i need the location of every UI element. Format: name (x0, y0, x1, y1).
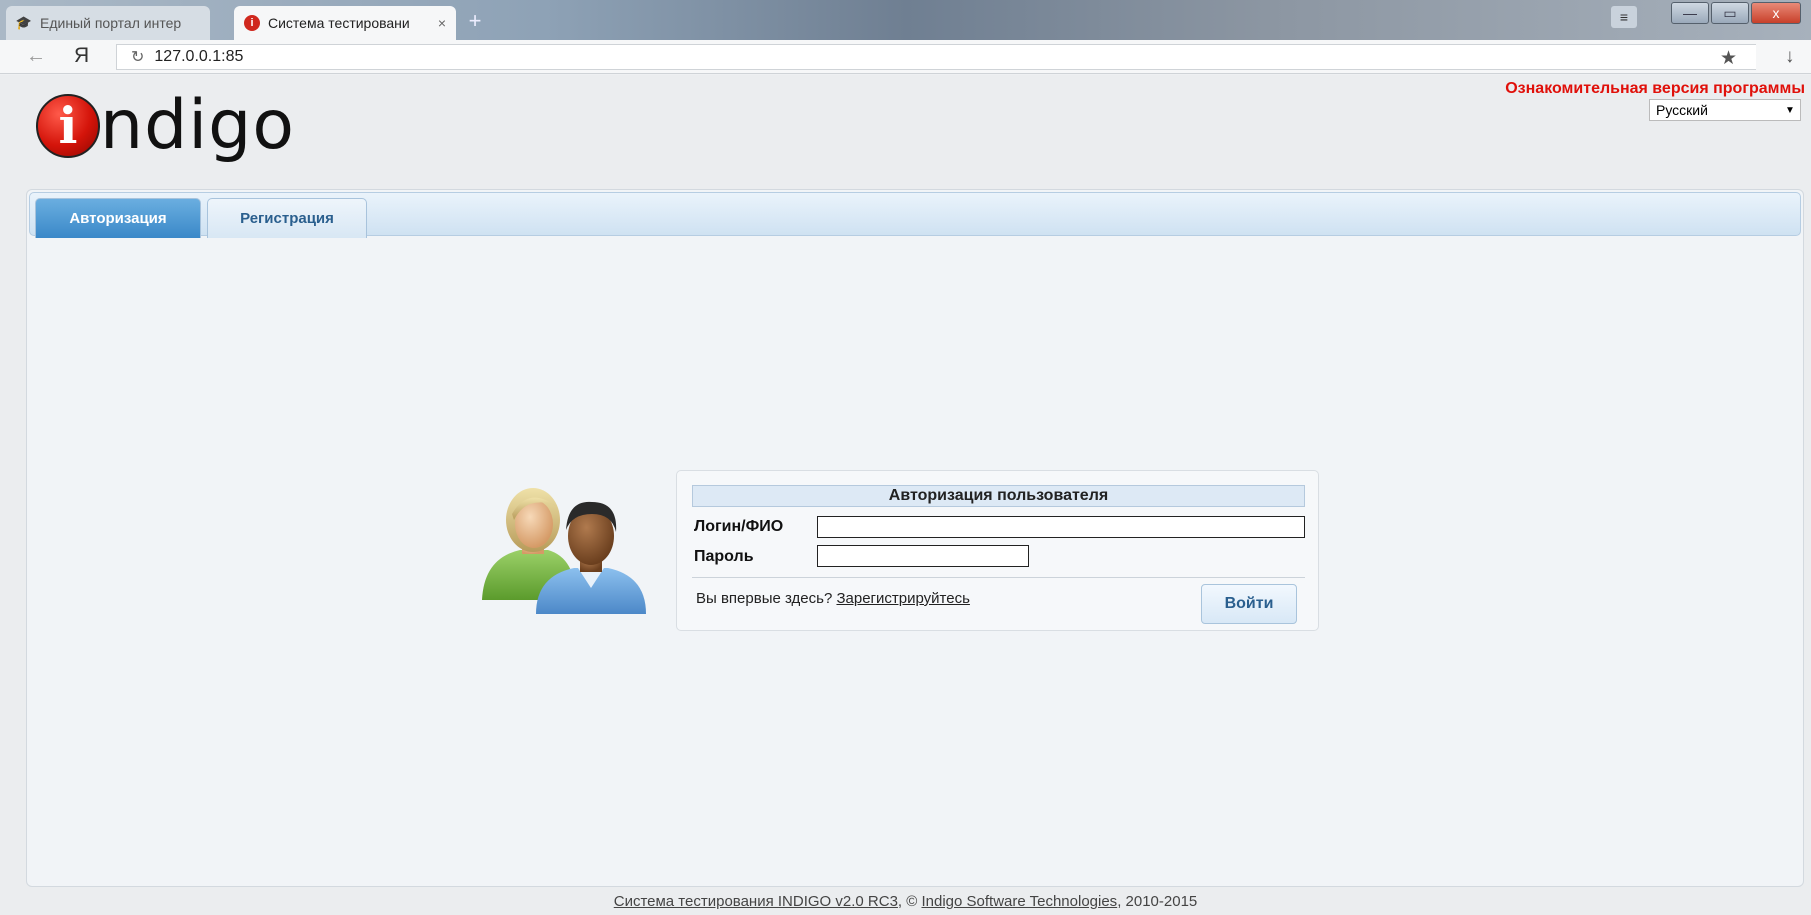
browser-menu-icon[interactable]: ≡ (1611, 6, 1637, 28)
maximize-window-button[interactable]: ▭ (1711, 2, 1749, 24)
url-text[interactable]: 127.0.0.1:85 (154, 48, 243, 66)
first-time-prompt: Вы впервые здесь? Зарегистрируйтесь (696, 590, 970, 607)
indigo-logo: i ndigo (36, 91, 295, 161)
download-icon[interactable]: ↓ (1785, 46, 1795, 68)
trial-notice: Ознакомительная версия программы (1505, 80, 1805, 97)
tab-registration[interactable]: Регистрация (207, 198, 367, 238)
footer-years: , 2010-2015 (1117, 893, 1198, 910)
indigo-favicon-icon: i (244, 15, 260, 31)
back-arrow-icon[interactable]: ← (26, 45, 46, 68)
browser-tab-title: Система тестировани (268, 15, 410, 31)
browser-tab-indigo[interactable]: i Система тестировани × (234, 6, 456, 40)
yandex-icon[interactable]: Я (74, 44, 89, 68)
reload-icon[interactable]: ↻ (131, 47, 144, 67)
browser-tab-title: Единый портал интер (40, 15, 182, 31)
logo-text: ndigo (100, 86, 295, 165)
bookmark-star-icon[interactable]: ★ (1720, 47, 1737, 70)
login-button[interactable]: Войти (1201, 584, 1297, 624)
close-window-button[interactable]: x (1751, 2, 1801, 24)
graduation-cap-icon: 🎓 (15, 15, 33, 30)
users-icon (482, 488, 646, 614)
address-bar[interactable]: ↻ 127.0.0.1:85 (116, 44, 1756, 70)
footer-copyright: , © (897, 893, 922, 910)
form-divider (692, 577, 1305, 578)
login-form: Авторизация пользователя Логин/ФИО Парол… (676, 470, 1319, 631)
logo-i-icon: i (36, 94, 100, 158)
product-link[interactable]: Система тестирования INDIGO v2.0 RC3 (614, 893, 898, 910)
new-tab-button[interactable]: + (463, 9, 487, 33)
password-label: Пароль (694, 548, 754, 565)
page: i ndigo Ознакомительная версия программы… (0, 75, 1811, 915)
close-tab-icon[interactable]: × (438, 15, 446, 31)
first-time-text: Вы впервые здесь? (696, 590, 833, 607)
minimize-window-button[interactable]: — (1671, 2, 1709, 24)
login-form-title: Авторизация пользователя (692, 485, 1305, 507)
window-controls: — ▭ x (1671, 2, 1801, 24)
language-select[interactable]: Русский ▼ (1649, 99, 1801, 121)
browser-titlebar: 🎓 Единый портал интер i Система тестиров… (0, 0, 1811, 40)
register-link[interactable]: Зарегистрируйтесь (836, 590, 969, 607)
browser-tab-portal[interactable]: 🎓 Единый портал интер (6, 6, 210, 40)
password-input[interactable] (817, 545, 1029, 567)
browser-toolbar: ← Я ↻ 127.0.0.1:85 ★ ↓ (0, 40, 1811, 74)
language-selected: Русский (1656, 102, 1708, 118)
main-panel: Авторизация Регистрация Авторизация поль… (26, 189, 1804, 887)
tab-authorization[interactable]: Авторизация (35, 198, 201, 238)
login-label: Логин/ФИО (694, 518, 784, 535)
footer: Система тестирования INDIGO v2.0 RC3, © … (0, 893, 1811, 910)
dropdown-arrow-icon: ▼ (1785, 104, 1795, 116)
company-link[interactable]: Indigo Software Technologies (921, 893, 1117, 910)
login-input[interactable] (817, 516, 1305, 538)
